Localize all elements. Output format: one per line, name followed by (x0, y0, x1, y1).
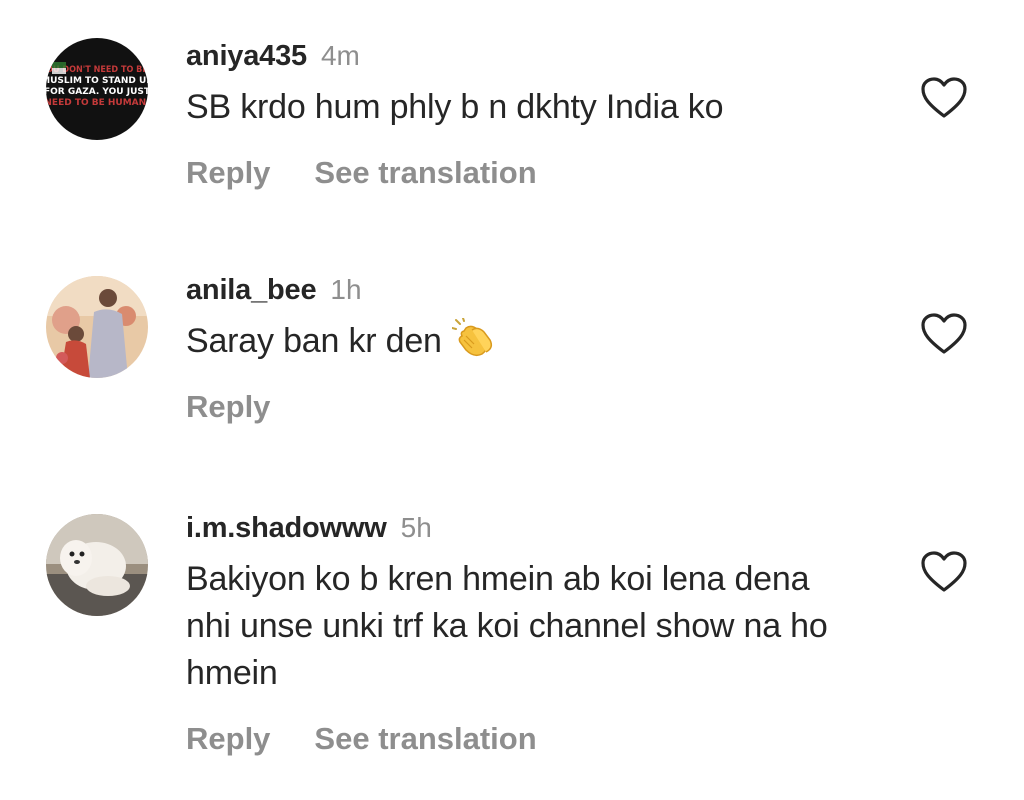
avatar-text-line-3: FOR GAZA. YOU JUST (46, 87, 148, 97)
heart-icon[interactable] (920, 550, 968, 594)
comment-meta: anila_bee 1h (186, 270, 886, 310)
reply-button[interactable]: Reply (186, 389, 270, 424)
comment-item: anila_bee 1h Saray ban kr den Reply (0, 270, 1024, 440)
username[interactable]: aniya435 (186, 40, 307, 72)
comment-text: Saray ban kr den (186, 317, 886, 365)
comment-actions: Reply See translation (186, 153, 886, 193)
username[interactable]: anila_bee (186, 274, 317, 306)
avatar-text-line-4: NEED TO BE HUMAN. (46, 98, 148, 108)
comment-actions: Reply See translation (186, 719, 886, 759)
avatar[interactable] (46, 514, 148, 616)
see-translation-button[interactable]: See translation (314, 721, 536, 756)
timestamp: 4m (320, 40, 360, 71)
comment-body: i.m.shadowww 5h Bakiyon ko b kren hmein a… (186, 508, 886, 759)
comment-item: i.m.shadowww 5h Bakiyon ko b kren hmein a… (0, 508, 1024, 778)
heart-icon[interactable] (920, 76, 968, 120)
comment-text-content: Saray ban kr den (186, 322, 442, 360)
timestamp: 5h (400, 512, 432, 543)
clapping-hands-icon (450, 317, 496, 358)
comment-text: Bakiyon ko b kren hmein ab koi lena dena… (186, 560, 828, 692)
comment-meta: i.m.shadowww 5h (186, 508, 886, 548)
comment-text: SB krdo hum phly b n dkhty India ko (186, 88, 724, 126)
comment-body: aniya435 4m SB krdo hum phly b n dkhty In… (186, 36, 886, 193)
comment-meta: aniya435 4m (186, 36, 886, 76)
avatar[interactable]: OU DON'T NEED TO BE MUSLIM TO STAND UP F… (46, 38, 148, 140)
comment-actions: Reply (186, 387, 886, 427)
timestamp: 1h (330, 274, 362, 305)
reply-button[interactable]: Reply (186, 155, 270, 190)
comment-item: OU DON'T NEED TO BE MUSLIM TO STAND UP F… (0, 36, 1024, 216)
comment-body: anila_bee 1h Saray ban kr den Reply (186, 270, 886, 427)
heart-icon[interactable] (920, 312, 968, 356)
avatar-text-line-2: MUSLIM TO STAND UP (46, 76, 148, 86)
see-translation-button[interactable]: See translation (314, 155, 536, 190)
username[interactable]: i.m.shadowww (186, 512, 387, 544)
avatar[interactable] (46, 276, 148, 378)
reply-button[interactable]: Reply (186, 721, 270, 756)
